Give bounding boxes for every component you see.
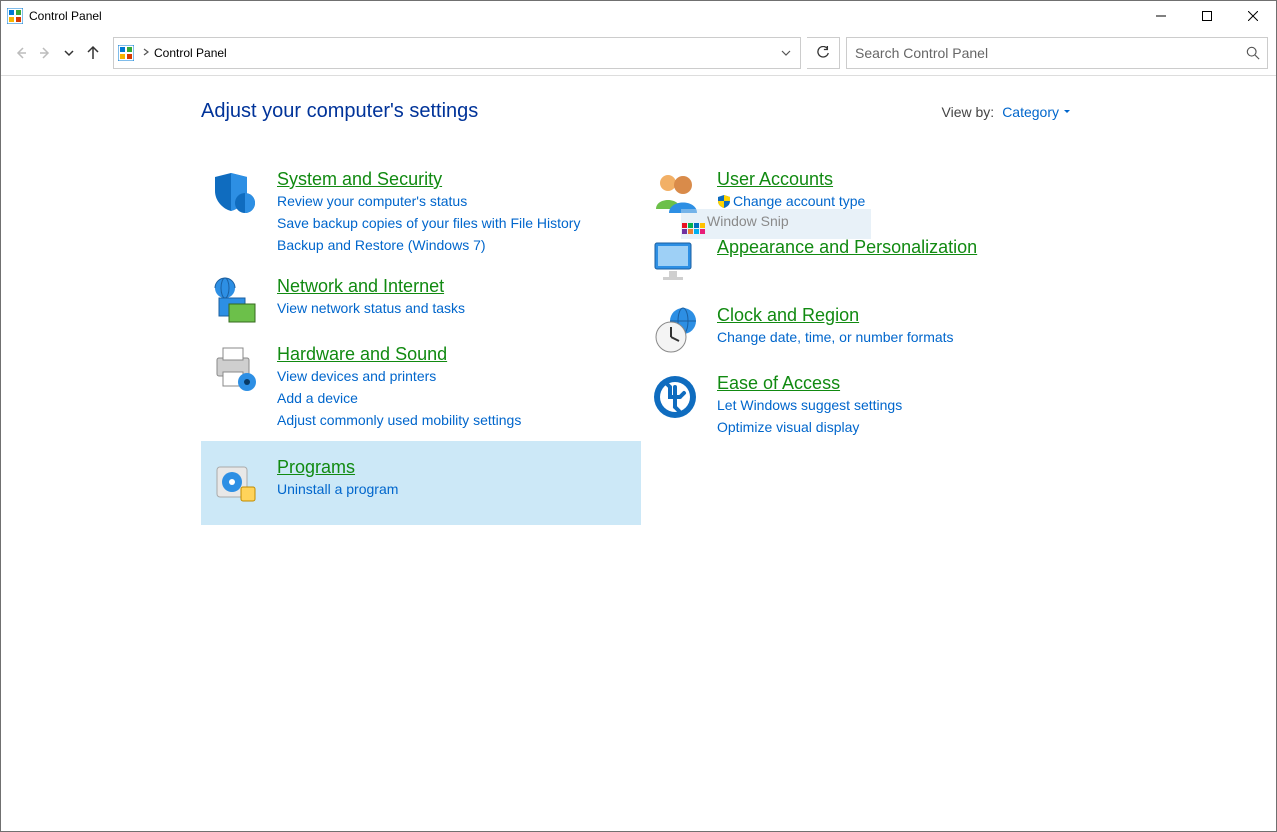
category-clock-region: Clock and Region Change date, time, or n… xyxy=(641,295,1081,363)
ease-of-access-icon xyxy=(651,373,699,421)
window-title: Control Panel xyxy=(29,9,102,23)
titlebar-app-icon xyxy=(7,8,23,24)
category-title-appearance[interactable]: Appearance and Personalization xyxy=(717,237,977,257)
link-uninstall-program[interactable]: Uninstall a program xyxy=(277,478,641,500)
nav-recent-button[interactable] xyxy=(57,41,81,65)
view-by-label: View by: xyxy=(942,104,995,120)
nav-back-button[interactable] xyxy=(9,41,33,65)
category-system-security: System and Security Review your computer… xyxy=(201,159,641,266)
address-bar-app-icon xyxy=(118,45,134,61)
printer-icon xyxy=(211,344,259,392)
chevron-right-icon[interactable] xyxy=(142,48,150,59)
category-programs: Programs Uninstall a program xyxy=(201,441,641,525)
link-backup-restore[interactable]: Backup and Restore (Windows 7) xyxy=(277,234,641,256)
link-devices-printers[interactable]: View devices and printers xyxy=(277,365,641,387)
chevron-down-icon xyxy=(1063,108,1071,116)
link-change-account-type[interactable]: Change account type xyxy=(717,190,1081,212)
page-heading: Adjust your computer's settings xyxy=(201,100,478,123)
titlebar: Control Panel xyxy=(1,1,1276,31)
programs-icon xyxy=(211,457,259,505)
navbar: Control Panel xyxy=(1,31,1276,76)
close-button[interactable] xyxy=(1230,1,1276,31)
category-user-accounts: User Accounts Change account type xyxy=(641,159,1081,227)
view-by-control: View by: Category xyxy=(942,104,1071,120)
link-optimize-display[interactable]: Optimize visual display xyxy=(717,416,1081,438)
link-add-device[interactable]: Add a device xyxy=(277,387,641,409)
address-dropdown-button[interactable] xyxy=(772,39,800,67)
search-box[interactable] xyxy=(846,37,1268,69)
link-date-time-formats[interactable]: Change date, time, or number formats xyxy=(717,326,1081,348)
category-title-network[interactable]: Network and Internet xyxy=(277,276,444,296)
link-network-status[interactable]: View network status and tasks xyxy=(277,297,641,319)
category-title-hardware[interactable]: Hardware and Sound xyxy=(277,344,447,364)
content: Adjust your computer's settings View by:… xyxy=(1,76,1276,831)
address-bar[interactable]: Control Panel xyxy=(113,37,801,69)
category-ease-of-access: Ease of Access Let Windows suggest setti… xyxy=(641,363,1081,448)
network-icon xyxy=(211,276,259,324)
category-appearance: Window Snip A xyxy=(641,227,1081,295)
minimize-button[interactable] xyxy=(1138,1,1184,31)
address-location[interactable]: Control Panel xyxy=(154,46,227,60)
category-title-ease-of-access[interactable]: Ease of Access xyxy=(717,373,840,393)
category-title-clock[interactable]: Clock and Region xyxy=(717,305,859,325)
uac-shield-icon xyxy=(717,194,731,208)
category-network: Network and Internet View network status… xyxy=(201,266,641,334)
category-hardware: Hardware and Sound View devices and prin… xyxy=(201,334,641,441)
refresh-button[interactable] xyxy=(807,37,840,69)
category-title-programs[interactable]: Programs xyxy=(277,457,355,477)
nav-up-button[interactable] xyxy=(81,41,105,65)
view-by-dropdown[interactable]: Category xyxy=(1002,104,1071,120)
shield-icon xyxy=(211,169,259,217)
category-title-user-accounts[interactable]: User Accounts xyxy=(717,169,833,189)
link-file-history[interactable]: Save backup copies of your files with Fi… xyxy=(277,212,641,234)
link-mobility-settings[interactable]: Adjust commonly used mobility settings xyxy=(277,409,641,431)
category-title-system-security[interactable]: System and Security xyxy=(277,169,442,189)
search-icon[interactable] xyxy=(1239,39,1267,67)
users-icon xyxy=(651,169,699,217)
nav-forward-button[interactable] xyxy=(33,41,57,65)
link-review-status[interactable]: Review your computer's status xyxy=(277,190,641,212)
clock-icon xyxy=(651,305,699,353)
link-suggest-settings[interactable]: Let Windows suggest settings xyxy=(717,394,1081,416)
window: Control Panel xyxy=(0,0,1277,832)
monitor-icon xyxy=(651,237,699,285)
maximize-button[interactable] xyxy=(1184,1,1230,31)
search-input[interactable] xyxy=(847,38,1239,68)
